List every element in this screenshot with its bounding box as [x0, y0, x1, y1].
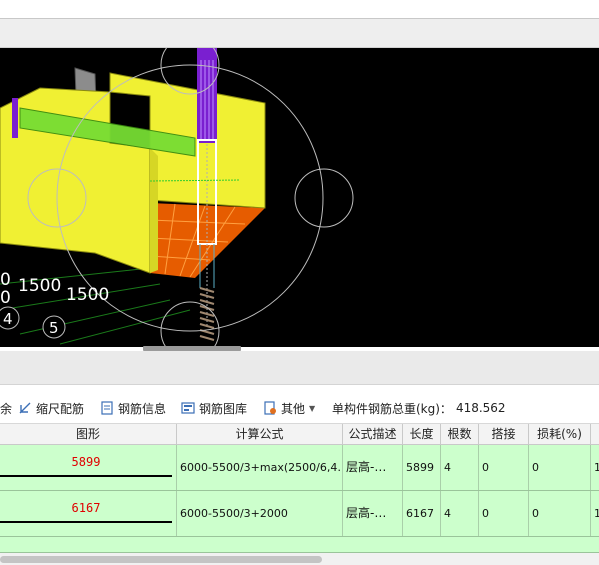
- chevron-down-icon: ▼: [309, 403, 316, 413]
- axis-label-3: 1500: [66, 285, 109, 305]
- axis-number-4: 4: [0, 306, 20, 330]
- document-icon: [101, 401, 113, 415]
- shape-cell[interactable]: 6167: [0, 491, 177, 536]
- table-row[interactable]: 6167 6000-5500/3+2000 层高-… 6167 4 0 0 1: [0, 491, 599, 537]
- formula-cell[interactable]: 6000-5500/3+2000: [177, 491, 343, 536]
- column-header-description[interactable]: 公式描述: [343, 424, 403, 445]
- lap-cell[interactable]: 0: [479, 491, 529, 536]
- table-row[interactable]: 5899 6000-5500/3+max(2500/6,4… 层高-… 5899…: [0, 445, 599, 491]
- 3d-scene: 0 1500 1500 0 4 5: [0, 48, 354, 347]
- rebar-info-button[interactable]: 钢筋信息: [100, 400, 166, 416]
- rebar-toolbar: 余 缩尺配筋 钢筋信息 钢筋图库 其他 ▼ 单构件钢筋总重(kg)： 418.56…: [0, 394, 599, 422]
- shape-line: [0, 475, 172, 477]
- wall-side: [150, 148, 158, 273]
- rebar-library-button[interactable]: 钢筋图库: [181, 400, 247, 416]
- column-header-length[interactable]: 长度: [403, 424, 441, 445]
- total-weight: 单构件钢筋总重(kg)： 418.562: [332, 400, 506, 416]
- count-cell[interactable]: 4: [441, 491, 479, 536]
- rebar-table: 图形 计算公式 公式描述 长度 根数 搭接 损耗(%) 5899 6000-55…: [0, 423, 599, 553]
- axis-label-group: 0 1500 1500 0: [0, 270, 109, 308]
- 3d-viewport[interactable]: 0 1500 1500 0 4 5: [0, 48, 599, 347]
- toolbar-partial-item[interactable]: 余: [0, 400, 12, 416]
- table-header: 图形 计算公式 公式描述 长度 根数 搭接 损耗(%): [0, 423, 599, 445]
- description-cell[interactable]: 层高-…: [343, 445, 403, 490]
- shape-value: 5899: [71, 455, 101, 469]
- description-cell[interactable]: 层高-…: [343, 491, 403, 536]
- shape-cell[interactable]: 5899: [0, 445, 177, 490]
- axis-label-1: 0: [0, 270, 11, 290]
- scale-rebar-icon: [19, 402, 31, 414]
- loss-cell[interactable]: 0: [529, 491, 591, 536]
- top-strip: [0, 0, 599, 18]
- svg-text:4: 4: [3, 310, 13, 328]
- length-cell[interactable]: 5899: [403, 445, 441, 490]
- total-weight-value: 418.562: [455, 401, 506, 415]
- formula-cell[interactable]: 6000-5500/3+max(2500/6,4…: [177, 445, 343, 490]
- count-cell[interactable]: 4: [441, 445, 479, 490]
- column-header-count[interactable]: 根数: [441, 424, 479, 445]
- extra-cell[interactable]: 1: [591, 445, 599, 490]
- title-bar: [0, 18, 599, 48]
- length-cell[interactable]: 6167: [403, 491, 441, 536]
- rebar-coil: [199, 287, 215, 341]
- settings-document-icon: [264, 401, 276, 415]
- horizontal-scrollbar[interactable]: [0, 553, 599, 565]
- purple-bar-left: [12, 98, 18, 138]
- purple-column: [197, 48, 217, 143]
- column-header-formula[interactable]: 计算公式: [177, 424, 343, 445]
- loss-cell[interactable]: 0: [529, 445, 591, 490]
- rebar-info-label: 钢筋信息: [118, 401, 167, 416]
- shape-line: [0, 521, 172, 523]
- extra-cell[interactable]: 1: [591, 491, 599, 536]
- scrollbar-thumb[interactable]: [0, 556, 322, 563]
- total-weight-label: 单构件钢筋总重(kg)：: [332, 401, 452, 416]
- axis-label-2: 1500: [18, 276, 61, 296]
- other-label: 其他: [281, 401, 306, 416]
- rebar-library-label: 钢筋图库: [199, 401, 248, 416]
- image-library-icon: [181, 402, 195, 414]
- column-header-lap[interactable]: 搭接: [479, 424, 529, 445]
- scale-rebar-label: 缩尺配筋: [36, 401, 85, 416]
- column-header-shape[interactable]: 图形: [0, 424, 177, 445]
- axis-number-5: 5: [42, 315, 66, 339]
- shape-value: 6167: [71, 501, 101, 515]
- axis-label-4: 0: [0, 288, 11, 308]
- lap-cell[interactable]: 0: [479, 445, 529, 490]
- scale-rebar-button[interactable]: 缩尺配筋: [18, 400, 84, 416]
- column-header-loss[interactable]: 损耗(%): [529, 424, 591, 445]
- panel-splitter[interactable]: [0, 351, 599, 385]
- table-row-partial[interactable]: [0, 537, 599, 553]
- other-menu-button[interactable]: 其他 ▼: [263, 400, 315, 416]
- svg-text:5: 5: [49, 319, 59, 337]
